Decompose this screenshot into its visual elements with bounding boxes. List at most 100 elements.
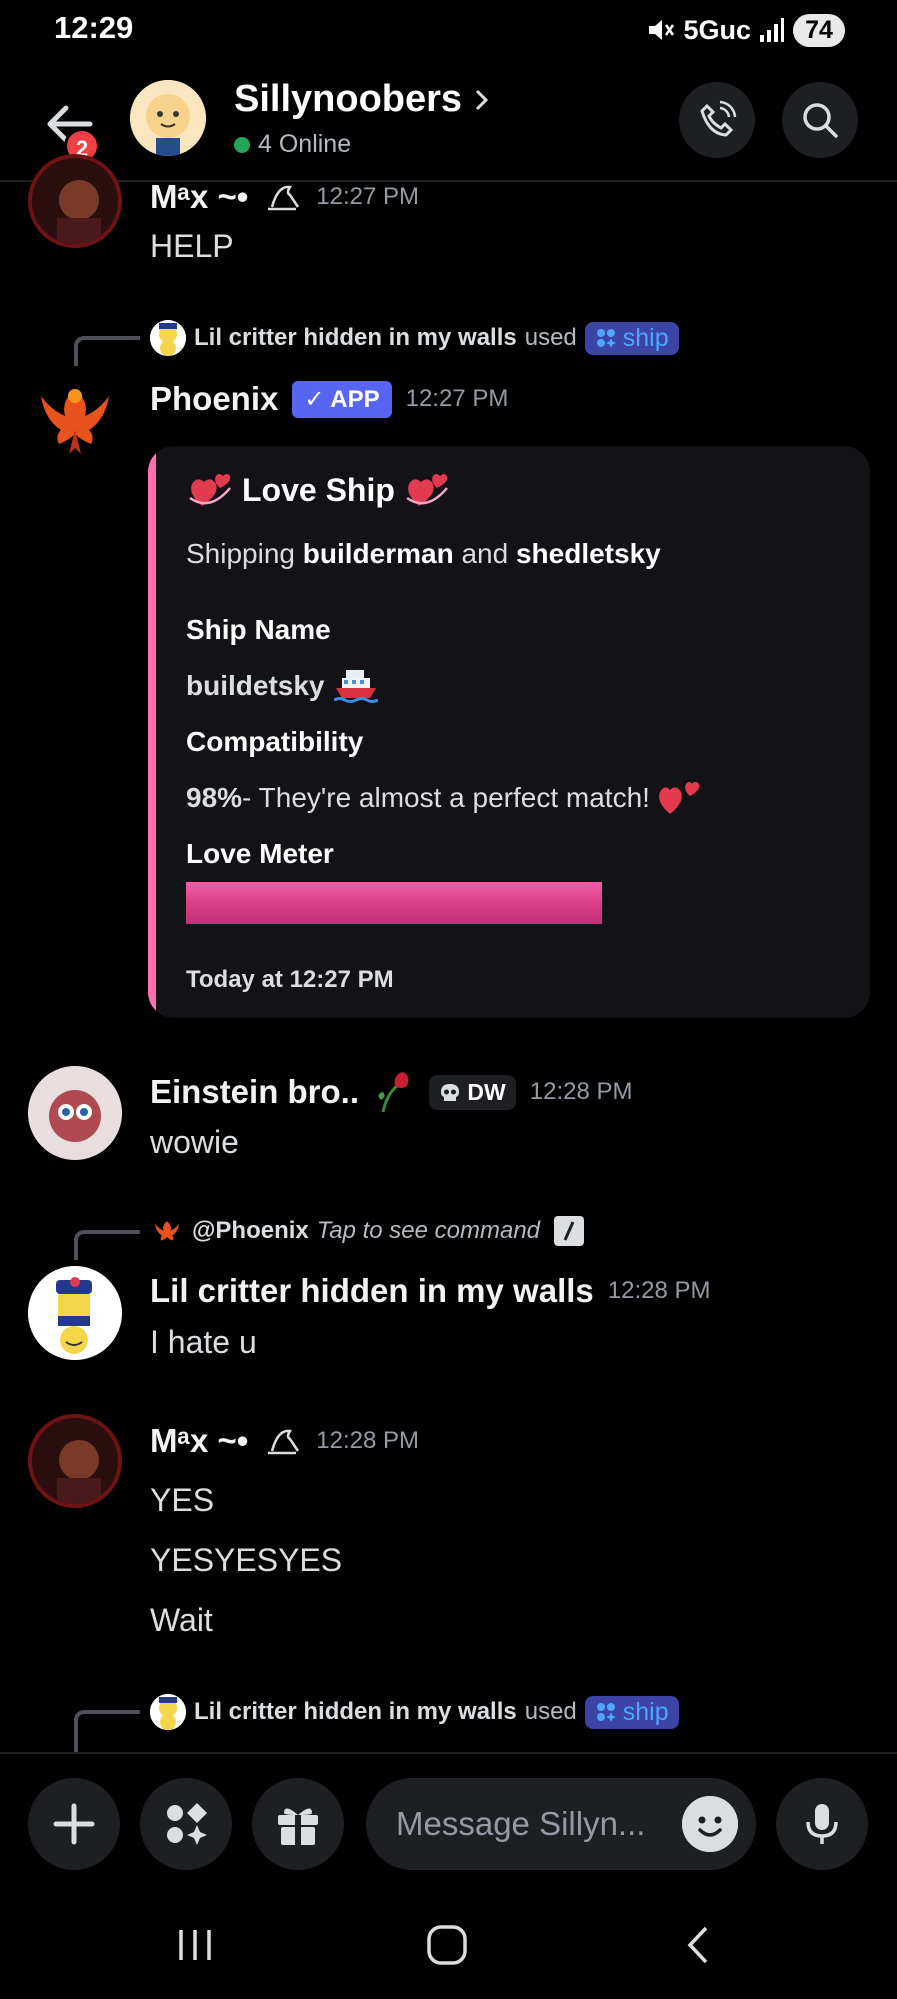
command-pill[interactable]: ship	[584, 321, 679, 355]
command-name: ship	[622, 323, 669, 352]
author-name[interactable]: Phoenix	[150, 380, 278, 418]
reply-user: Lil critter hidden in my walls	[194, 1698, 517, 1725]
avatar[interactable]	[28, 370, 122, 464]
group-avatar[interactable]	[130, 80, 206, 156]
voice-button[interactable]	[776, 1778, 868, 1870]
avatar	[150, 1694, 186, 1730]
timestamp: 12:28 PM	[316, 1427, 420, 1454]
apps-icon	[167, 1803, 207, 1845]
slash-command-icon	[554, 1216, 585, 1246]
message-line: YESYESYES	[150, 1542, 343, 1578]
status-bar: 12:29 5Guc 74	[0, 0, 897, 62]
gift-icon	[278, 1808, 318, 1845]
wilted-rose-icon	[378, 1072, 409, 1113]
search-icon	[803, 103, 838, 138]
status-icons: 5Guc 74	[645, 10, 845, 50]
apps-icon	[596, 1703, 616, 1722]
message-text: I hate u	[150, 1324, 257, 1360]
author-line: Mᵃx ~• 12:27 PM	[150, 178, 419, 216]
compatibility-text: - They're almost a perfect match!	[242, 782, 650, 813]
gift-button[interactable]	[252, 1778, 344, 1870]
channel-title-text: Sillynoobers	[234, 78, 463, 120]
search-button[interactable]	[782, 82, 858, 158]
avatar	[150, 320, 186, 356]
reply-used-text: used	[524, 324, 577, 351]
apps-icon	[596, 329, 616, 348]
embed-accent-bar	[148, 446, 156, 1018]
status-time: 12:29	[54, 10, 134, 45]
author-name[interactable]: Lil critter hidden in my walls	[150, 1272, 594, 1310]
author-name[interactable]: Mᵃx ~•	[150, 178, 248, 216]
embed-title-text: Love Ship	[242, 471, 395, 508]
reply-user: Lil critter hidden in my walls	[194, 324, 517, 351]
battery-indicator: 74	[793, 13, 845, 47]
reply-hint: Tap to see command	[316, 1217, 541, 1244]
author-line: Lil critter hidden in my walls 12:28 PM	[150, 1272, 711, 1310]
message-lil-critter: Lil critter hidden in my walls 12:28 PM …	[0, 1266, 897, 1376]
channel-title[interactable]: Sillynoobers	[234, 78, 492, 121]
avatar[interactable]	[28, 1414, 122, 1508]
command-name: ship	[622, 1697, 669, 1726]
call-button[interactable]	[679, 82, 755, 158]
reply-used-text: used	[524, 1698, 577, 1725]
message-text: wowie	[150, 1124, 239, 1160]
two-hearts-icon	[659, 782, 700, 814]
ship-icon	[334, 670, 379, 703]
field-compatibility-value: 98% - They're almost a perfect match!	[186, 778, 700, 818]
recent-apps-icon[interactable]	[172, 1922, 218, 1968]
message-input[interactable]: Message Sillyn...	[366, 1778, 756, 1870]
back-nav-icon[interactable]	[676, 1922, 722, 1968]
microphone-icon	[806, 1804, 838, 1844]
field-ship-name-label: Ship Name	[186, 614, 331, 645]
mute-icon	[649, 20, 675, 40]
network-label: 5Guc	[683, 14, 751, 45]
avatar[interactable]	[28, 1266, 122, 1360]
command-pill[interactable]: ship	[584, 1695, 679, 1729]
field-compatibility-label: Compatibility	[186, 726, 364, 757]
timestamp: 12:28 PM	[529, 1078, 633, 1105]
author-name[interactable]: Mᵃx ~•	[150, 1422, 248, 1460]
author-name[interactable]: Einstein bro..	[150, 1073, 359, 1111]
app-badge: ✓ APP	[292, 380, 392, 418]
online-count: 4 Online	[258, 130, 352, 158]
emoji-button[interactable]	[682, 1796, 738, 1852]
message-line: Wait	[150, 1602, 213, 1638]
author-line: Mᵃx ~• 12:28 PM	[150, 1422, 419, 1460]
message-max-yes: Mᵃx ~• 12:28 PM YES YESYESYES Wait	[0, 1414, 897, 1654]
ship-name-a: builderman	[302, 538, 454, 569]
reply-connector	[74, 336, 140, 366]
message-max-help: Mᵃx ~• 12:27 PM HELP	[0, 154, 897, 272]
desc-prefix: Shipping	[186, 538, 295, 569]
bird-icon	[268, 1429, 300, 1455]
message-input-placeholder: Message Sillyn...	[396, 1805, 646, 1842]
command-reply[interactable]: Lil critter hidden in my walls used ship	[150, 320, 679, 356]
apps-button[interactable]	[140, 1778, 232, 1870]
online-status: 4 Online	[234, 130, 351, 159]
message-line: YES	[150, 1482, 215, 1518]
plus-icon	[53, 1803, 95, 1845]
author-line: Einstein bro.. DW 12:28 PM	[150, 1070, 632, 1114]
reply-mention: @Phoenix	[192, 1217, 309, 1244]
bird-icon	[268, 185, 300, 211]
revolving-hearts-icon	[189, 474, 231, 506]
avatar[interactable]	[28, 1066, 122, 1160]
love-meter-bar	[186, 882, 602, 924]
command-reply[interactable]: @Phoenix Tap to see command	[150, 1214, 585, 1248]
emoji-icon	[682, 1796, 738, 1852]
avatar[interactable]	[28, 154, 122, 248]
revolving-hearts-icon	[406, 474, 448, 506]
reply-connector	[74, 1230, 140, 1260]
dw-badge-text: DW	[467, 1078, 506, 1105]
command-reply[interactable]: Lil critter hidden in my walls used ship	[150, 1694, 679, 1730]
online-dot-icon	[234, 136, 250, 153]
add-button[interactable]	[28, 1778, 120, 1870]
desc-and: and	[461, 538, 509, 569]
embed-description: Shipping builderman and shedletsky	[186, 538, 661, 570]
home-icon[interactable]	[424, 1922, 470, 1968]
embed-footer: Today at 12:27 PM	[186, 966, 394, 993]
field-ship-name-value: buildetsky	[186, 666, 379, 706]
author-line: Phoenix ✓ APP 12:27 PM	[150, 380, 508, 418]
timestamp: 12:27 PM	[405, 385, 509, 412]
message-composer: Message Sillyn...	[0, 1752, 897, 1892]
embed-title: Love Ship	[186, 468, 451, 512]
